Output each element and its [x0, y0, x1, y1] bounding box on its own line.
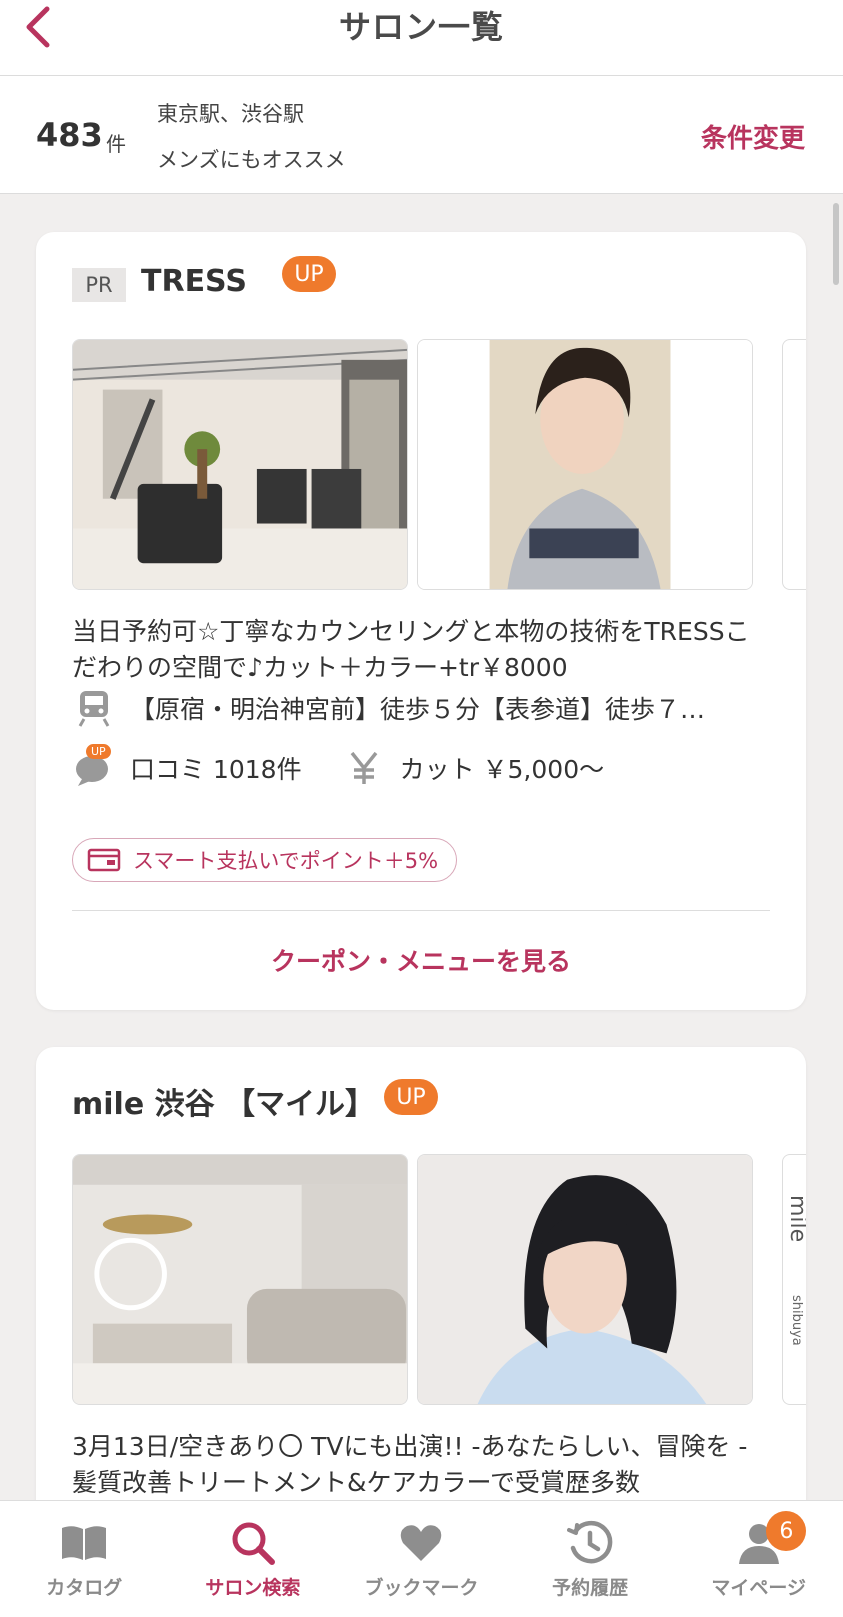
tab-catalog[interactable]: カタログ — [0, 1501, 169, 1617]
access-text: 【原宿・明治神宮前】徒歩５分【表参道】徒歩７… — [130, 695, 706, 724]
salon-interior-photo[interactable] — [72, 339, 408, 590]
change-conditions-button[interactable]: 条件変更 — [701, 118, 805, 155]
up-badge: UP — [384, 1079, 438, 1115]
coupon-menu-link[interactable]: クーポン・メニューを見る — [36, 942, 806, 978]
condition-station: 東京駅、渋谷駅 — [157, 102, 304, 126]
review-up-badge: UP — [86, 744, 111, 759]
yen-icon — [342, 746, 386, 790]
app-header: サロン一覧 — [0, 0, 843, 76]
tab-label: カタログ — [46, 1577, 123, 1599]
result-count-unit: 件 — [106, 132, 126, 156]
access-row: 【原宿・明治神宮前】徒歩５分【表参道】徒歩７… — [72, 686, 705, 730]
tab-history[interactable]: 予約履歴 — [506, 1501, 675, 1617]
salon-card[interactable]: PR TRESS UP 当日予約可☆丁寧なカウンセリングと本物の技術をTRESS… — [36, 232, 806, 1010]
salon-interior-photo[interactable] — [72, 1154, 408, 1405]
salon-description: 当日予約可☆丁寧なカウンセリングと本物の技術をTRESSこだわりの空間で♪カット… — [72, 617, 750, 682]
divider — [72, 910, 770, 911]
chevron-left-icon — [26, 6, 50, 48]
tab-mypage[interactable]: 6 マイページ — [674, 1501, 843, 1617]
review-icon: UP — [72, 744, 116, 790]
tab-label: 予約履歴 — [552, 1577, 629, 1599]
payment-text: スマート支払いでポイント＋5% — [133, 849, 439, 873]
next-photo-preview[interactable]: mile shibuya — [782, 1154, 806, 1405]
peek-logo-text: mile — [785, 1195, 806, 1243]
tab-salon-search[interactable]: サロン検索 — [169, 1501, 338, 1617]
search-icon — [227, 1519, 279, 1567]
next-photo-preview[interactable] — [782, 339, 806, 590]
condition-feature: メンズにもオススメ — [157, 148, 346, 172]
salon-name[interactable]: mile 渋谷 【マイル】 — [72, 1079, 375, 1123]
salon-name[interactable]: TRESS — [141, 264, 247, 299]
scrollbar[interactable] — [833, 203, 839, 285]
tab-label: ブックマーク — [364, 1577, 479, 1599]
smart-payment-badge: スマート支払いでポイント＋5% — [72, 838, 458, 882]
search-summary: 483 件 東京駅、渋谷駅 メンズにもオススメ 条件変更 — [0, 76, 843, 194]
back-button[interactable] — [18, 4, 58, 50]
stylist-photo[interactable] — [417, 1154, 753, 1405]
tab-bookmark[interactable]: ブックマーク — [337, 1501, 506, 1617]
result-count: 483 — [36, 116, 103, 154]
bottom-tab-bar: カタログ サロン検索 ブックマーク 予約履歴 6 マイページ — [0, 1500, 843, 1617]
up-badge: UP — [282, 256, 336, 292]
price-text: カット ￥5,000〜 — [399, 755, 605, 784]
tab-label: マイページ — [711, 1577, 806, 1599]
review-count[interactable]: 口コミ 1018件 — [130, 750, 302, 786]
pr-badge: PR — [72, 268, 126, 302]
info-row: UP 口コミ 1018件 カット ￥5,000〜 — [72, 744, 605, 790]
page-title: サロン一覧 — [338, 7, 504, 46]
wallet-icon — [87, 848, 121, 872]
notification-badge: 6 — [766, 1511, 807, 1551]
salon-description: 3月13日/空きあり〇 TVにも出演!! -あなたらしい、冒険を -髪質改善トリ… — [72, 1432, 748, 1497]
book-icon — [58, 1519, 110, 1567]
history-icon — [564, 1519, 616, 1567]
peek-logo-sub: shibuya — [789, 1295, 804, 1346]
stylist-photo[interactable] — [417, 339, 753, 590]
heart-icon — [395, 1519, 447, 1567]
train-icon — [72, 686, 116, 730]
tab-label: サロン検索 — [205, 1577, 301, 1599]
